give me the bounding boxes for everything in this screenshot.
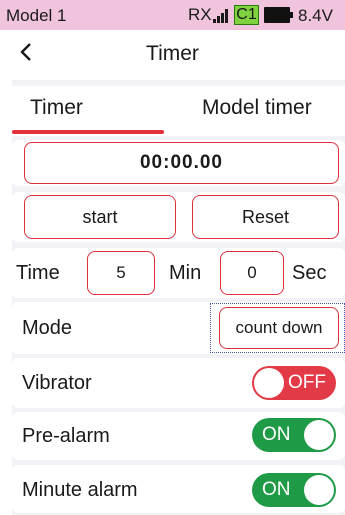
toggle-knob bbox=[304, 475, 334, 505]
reset-button[interactable]: Reset bbox=[192, 195, 339, 239]
channel-badge: C1 bbox=[234, 5, 259, 25]
rx-label: RX bbox=[188, 5, 212, 24]
voltage-readout: 8.4V bbox=[298, 6, 333, 25]
toggle-knob bbox=[304, 420, 334, 450]
pre-alarm-label: Pre-alarm bbox=[22, 425, 110, 447]
tab-model-timer[interactable]: Model timer bbox=[202, 96, 312, 120]
time-label: Time bbox=[16, 262, 60, 284]
minute-alarm-state: ON bbox=[262, 479, 291, 500]
mode-label: Mode bbox=[22, 317, 73, 339]
timer-display-card: 00:00.00 bbox=[12, 140, 345, 186]
toggle-knob bbox=[254, 368, 284, 398]
seconds-unit-label: Sec bbox=[292, 262, 327, 284]
pre-alarm-toggle[interactable]: ON bbox=[252, 418, 336, 452]
tab-bar: Timer Model timer bbox=[12, 86, 345, 136]
vibrator-toggle[interactable]: OFF bbox=[252, 366, 336, 400]
minute-alarm-toggle[interactable]: ON bbox=[252, 473, 336, 507]
model-name: Model 1 bbox=[6, 6, 67, 25]
minutes-input[interactable]: 5 bbox=[87, 251, 155, 295]
header: Timer bbox=[0, 30, 345, 76]
time-setting-row: Time 5 Min 0 Sec bbox=[12, 248, 345, 298]
battery-tip bbox=[290, 12, 293, 18]
battery-icon bbox=[264, 7, 290, 23]
timer-display: 00:00.00 bbox=[24, 142, 339, 184]
seconds-input[interactable]: 0 bbox=[220, 251, 284, 295]
start-button[interactable]: start bbox=[24, 195, 176, 239]
minute-alarm-label: Minute alarm bbox=[22, 479, 138, 501]
vibrator-label: Vibrator bbox=[22, 372, 92, 394]
mode-row: Mode count down bbox=[12, 302, 345, 354]
page-title: Timer bbox=[146, 42, 199, 65]
active-tab-indicator bbox=[12, 130, 164, 134]
mode-select[interactable]: count down bbox=[219, 307, 339, 349]
minutes-unit-label: Min bbox=[169, 262, 202, 284]
minute-alarm-row: Minute alarm ON bbox=[12, 465, 345, 513]
vibrator-row: Vibrator OFF bbox=[12, 358, 345, 408]
vibrator-state: OFF bbox=[288, 372, 326, 393]
tab-timer[interactable]: Timer bbox=[30, 96, 83, 120]
signal-strength-icon bbox=[213, 9, 229, 23]
status-bar: Model 1 RX C1 8.4V bbox=[0, 0, 345, 30]
pre-alarm-row: Pre-alarm ON bbox=[12, 412, 345, 460]
pre-alarm-state: ON bbox=[262, 424, 291, 445]
timer-controls-card: start Reset bbox=[12, 192, 345, 242]
